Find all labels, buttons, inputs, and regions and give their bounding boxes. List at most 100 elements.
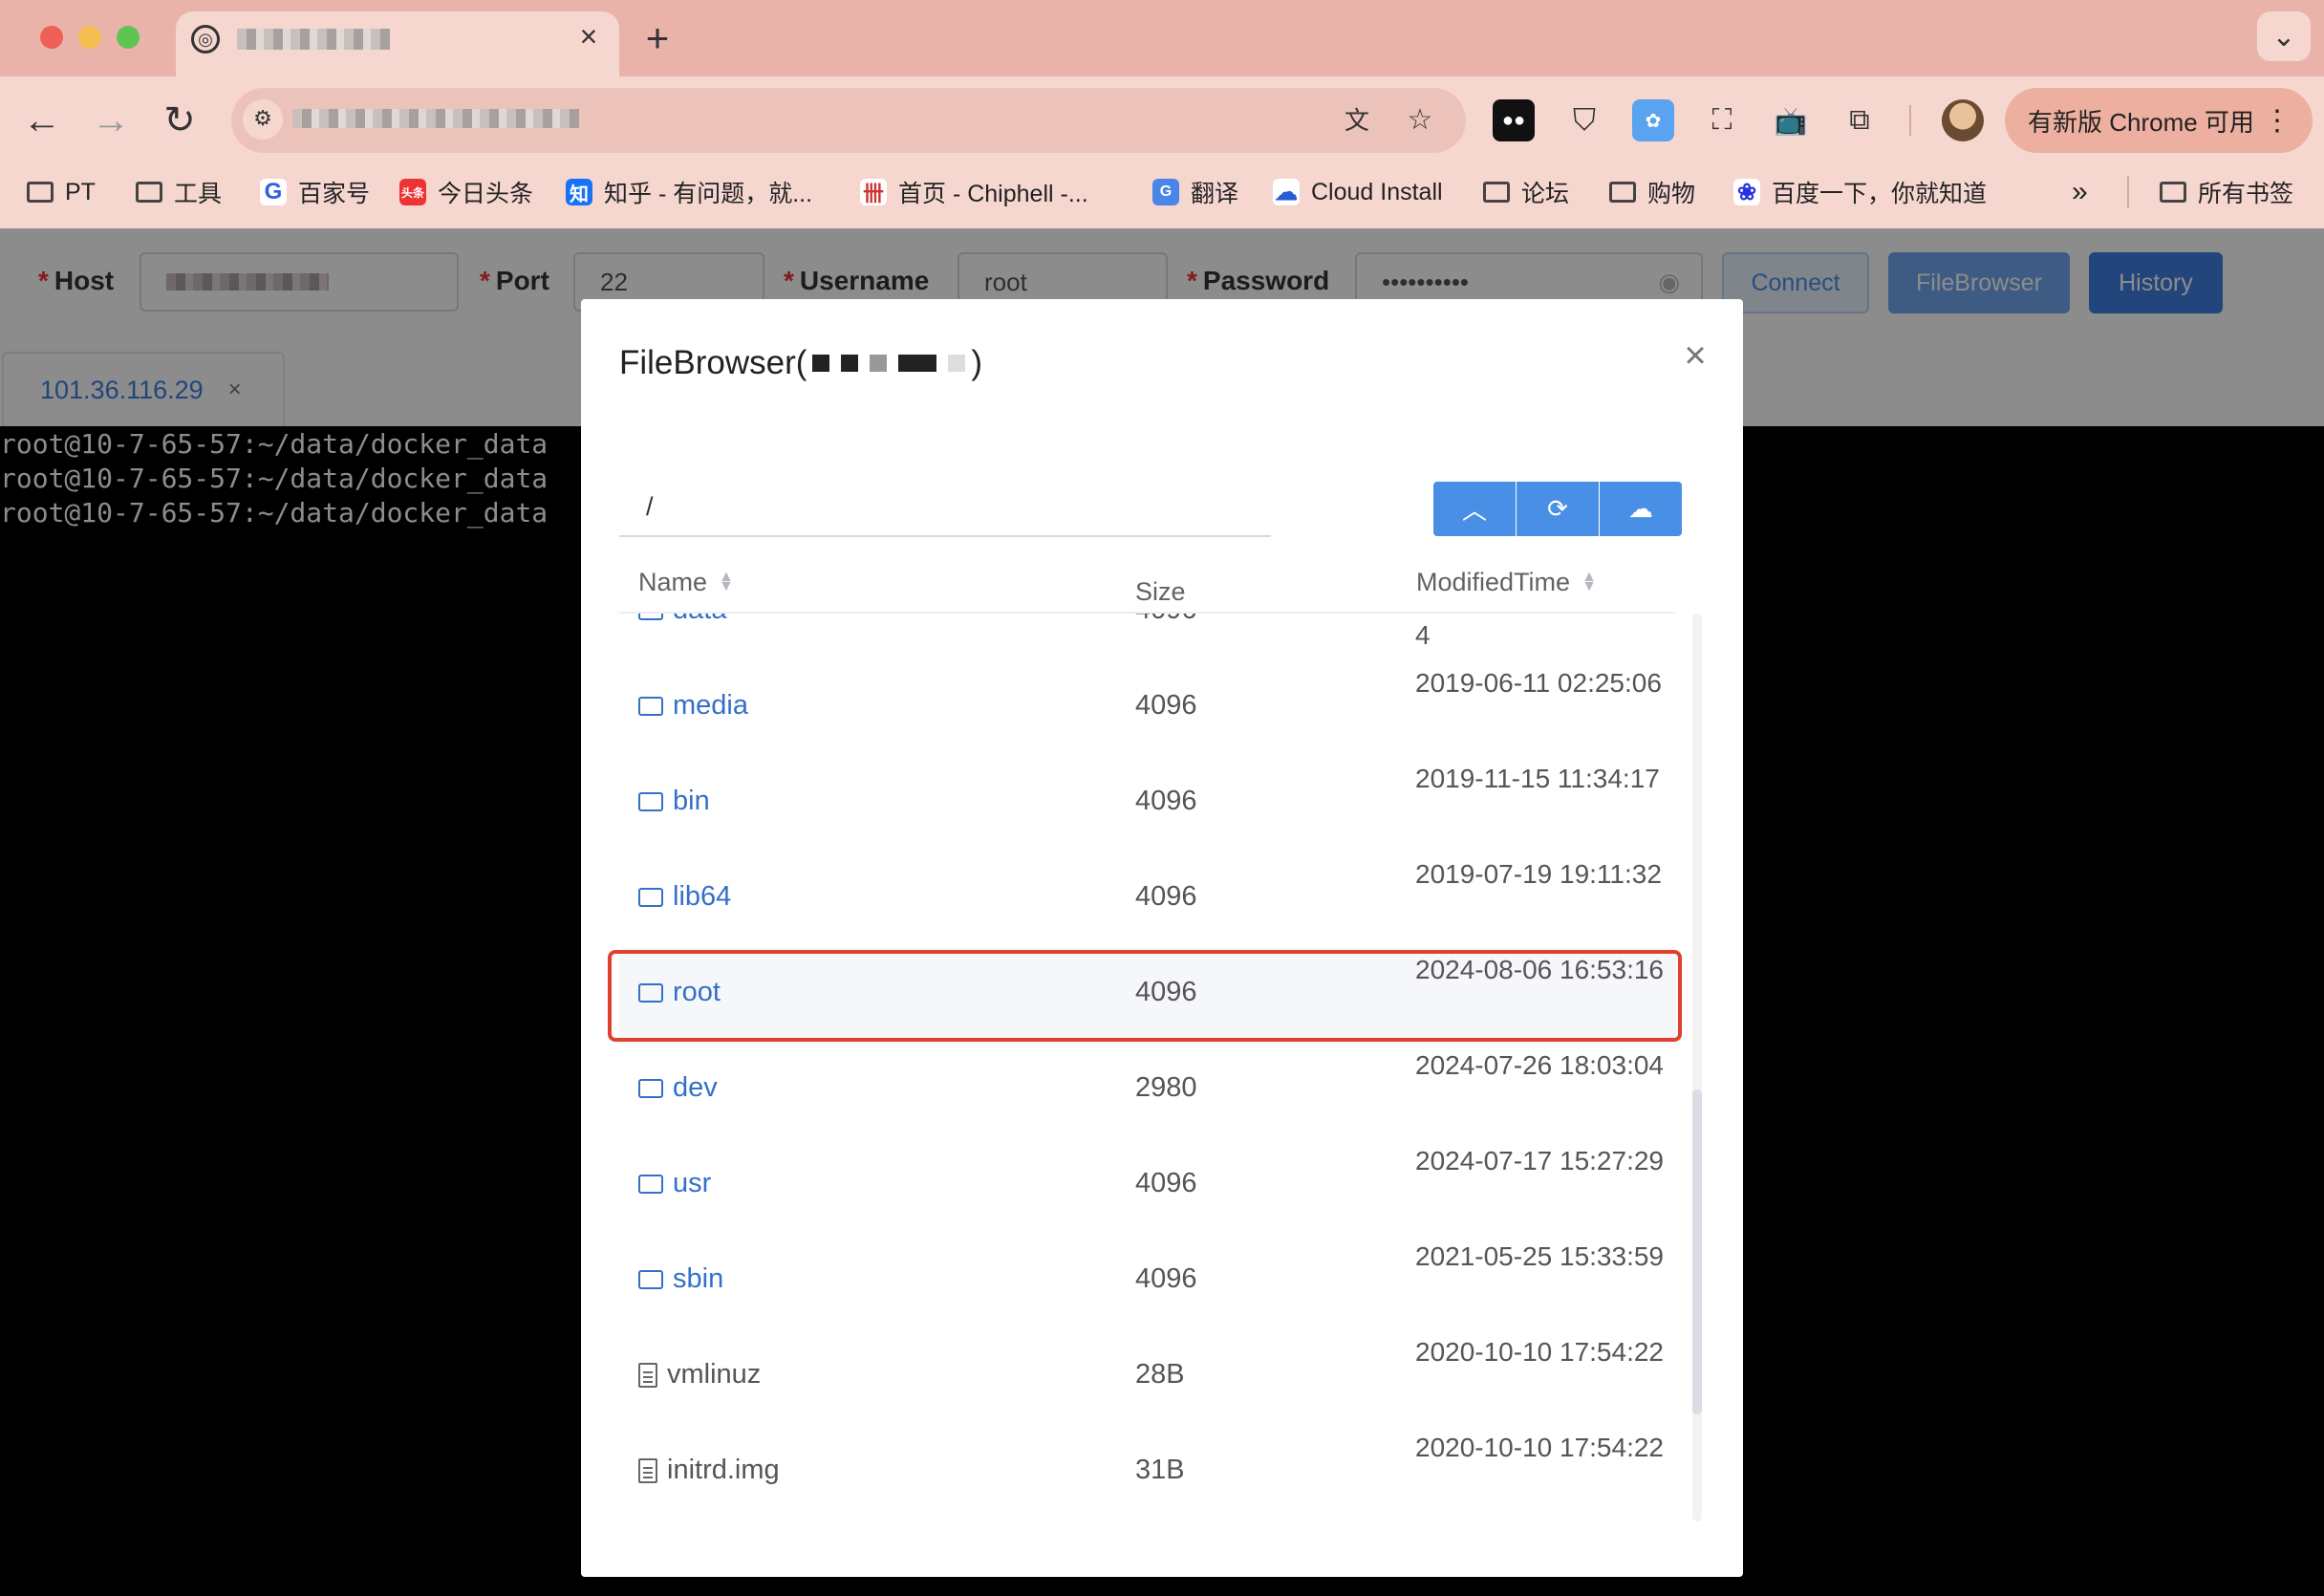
folder-icon [638,1174,663,1194]
file-name[interactable]: usr [638,1168,711,1199]
toolbar-divider [1909,105,1911,136]
profile-avatar[interactable] [1942,99,1984,141]
tab-search-button[interactable]: ⌄ [2257,11,2311,61]
file-name[interactable]: sbin [638,1263,723,1295]
bookmark-label: 百度一下，你就知道 [1772,181,1988,207]
table-row[interactable]: initrd.img 31B 2020-10-10 17:54:22 [619,1426,1676,1521]
refresh-icon: ⟳ [1547,494,1568,523]
file-size: 4096 [1135,690,1197,721]
cloud-upload-icon: ☁ [1628,494,1653,523]
file-name[interactable]: media [638,690,748,722]
back-button[interactable]: ← [17,96,67,145]
column-header-name[interactable]: Name ▲ ▼ [638,552,734,612]
bookmark-label: PT [65,178,96,205]
sort-icon[interactable]: ▲ ▼ [719,570,734,594]
bookmark-toutiao[interactable]: 头条 今日头条 [399,170,533,214]
tab-close-button[interactable]: × [571,19,606,54]
chrome-update-button[interactable]: 有新版 Chrome 可用 ⋮ [2005,88,2313,153]
table-row[interactable]: dev 2980 2024-07-26 18:03:04 [619,1044,1676,1139]
all-bookmarks[interactable]: 所有书签 [2160,170,2293,214]
kebab-menu-icon[interactable]: ⋮ [2263,104,2292,138]
table-row[interactable]: bin 4096 2019-11-15 11:34:17 [619,757,1676,852]
file-size: 31B [1135,1455,1185,1485]
extension-screenshot-icon[interactable]: ⛶ [1701,99,1743,141]
minimize-window-button[interactable] [78,26,101,49]
column-modified-label: ModifiedTime [1416,567,1571,596]
bookmark-translate[interactable]: G 翻译 [1152,170,1238,214]
table-row[interactable]: lib64 4096 2019-07-19 19:11:32 [619,852,1676,948]
upload-button[interactable]: ☁ [1600,482,1682,536]
bookmark-label: 今日头条 [438,181,534,207]
file-name-text: vmlinuz [667,1359,762,1390]
globe-icon: ◎ [191,25,220,54]
file-name[interactable]: bin [638,786,710,817]
dialog-close-button[interactable]: × [1676,336,1714,375]
file-name[interactable]: lib64 [638,881,731,913]
extension-tv-icon[interactable]: 📺 [1770,99,1812,141]
translate-icon[interactable]: 文 [1338,101,1376,140]
bookmark-pt[interactable]: PT [27,170,96,214]
tab-title-redacted [237,29,390,50]
bookmark-forum[interactable]: 论坛 [1483,170,1569,214]
bookmark-baijiahao[interactable]: G 百家号 [260,170,370,214]
host-redacted [841,355,859,372]
zhihu-icon: 知 [566,179,592,205]
column-size-label: Size [1135,576,1186,606]
file-name[interactable]: initrd.img [638,1455,780,1486]
file-list-scrollbar-thumb[interactable] [1692,1089,1702,1414]
file-name-text: usr [673,1168,712,1198]
folder-icon [1483,182,1510,203]
extensions-puzzle-icon[interactable]: ⧉ [1839,99,1881,141]
file-mtime: 2019-11-15 11:34:17 [1415,764,1660,793]
file-size: 4096 [1135,1263,1197,1294]
file-name[interactable]: vmlinuz [638,1359,761,1391]
file-text-icon [638,1457,657,1483]
host-redacted [812,355,830,372]
extension-tampermonkey-icon[interactable]: ●● [1493,99,1535,141]
new-tab-button[interactable]: + [636,17,678,59]
sort-icon[interactable]: ▲ ▼ [1582,570,1597,594]
column-name-label: Name [638,567,708,596]
table-row[interactable]: usr 4096 2024-07-17 15:27:29 [619,1139,1676,1235]
close-window-button[interactable] [40,26,63,49]
file-size: 4096 [1135,614,1197,626]
refresh-button[interactable]: ⟳ [1517,482,1599,536]
path-input[interactable]: / [619,478,1271,537]
bookmark-cloud-install[interactable]: ☁ Cloud Install [1273,170,1443,214]
bookmark-chiphell[interactable]: 卌首页 - Chiphell -... [860,170,1088,214]
reload-button[interactable]: ↻ [155,96,204,145]
bookmark-zhihu[interactable]: 知知乎 - 有问题，就... [566,170,812,214]
file-name[interactable]: dev [638,1072,718,1104]
table-row[interactable]: sbin 4096 2021-05-25 15:33:59 [619,1235,1676,1330]
file-size: 28B [1135,1359,1185,1390]
cloud-icon: ☁ [1273,179,1300,205]
file-name[interactable]: data [638,614,726,626]
host-redacted [898,355,937,372]
bookmark-tools[interactable]: 工具 [136,170,222,214]
bookmark-shopping[interactable]: 购物 [1609,170,1695,214]
table-row[interactable]: vmlinuz 28B 2020-10-10 17:54:22 [619,1330,1676,1426]
bookmark-label: 首页 - Chiphell -... [898,181,1088,207]
column-header-modified[interactable]: ModifiedTime ▲ ▼ [1416,552,1597,612]
file-name-text: initrd.img [667,1455,780,1485]
bookmark-star-icon[interactable]: ☆ [1401,101,1439,140]
go-up-button[interactable]: ︿ [1433,482,1516,536]
dialog-title-prefix: FileBrowser( [619,344,807,381]
site-info-icon[interactable]: ⚙ [243,99,283,140]
extension-shield-icon[interactable]: ⛉ [1563,99,1605,141]
folder-icon [638,614,663,620]
folder-icon [27,182,54,203]
dialog-title: FileBrowser( ) [619,344,982,382]
file-name-text: lib64 [673,881,732,912]
bookmarks-overflow-button[interactable]: » [2072,170,2088,214]
forward-button[interactable]: → [86,96,136,145]
extension-image-icon[interactable]: ✿ [1632,99,1674,141]
file-mtime: 2024-07-26 18:03:04 [1415,1050,1664,1080]
file-name-text: media [673,690,748,721]
table-row[interactable]: media 4096 2019-06-11 02:25:06 [619,661,1676,757]
file-name-text: bin [673,786,710,816]
bookmark-baidu[interactable]: ❀ 百度一下，你就知道 [1733,170,1987,214]
baijiahao-icon: G [260,179,287,205]
table-row[interactable]: data 4096 4 [619,614,1676,652]
maximize-window-button[interactable] [117,26,140,49]
